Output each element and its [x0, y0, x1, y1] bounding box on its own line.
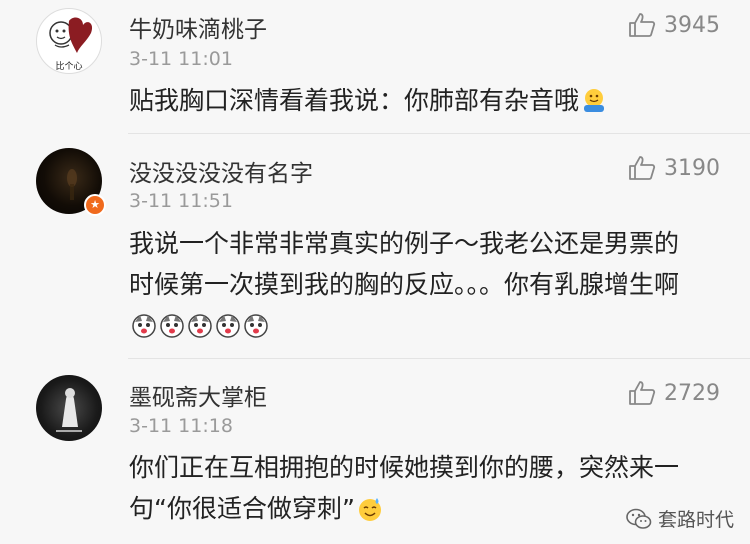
sweat-smile-emoji: [357, 493, 383, 521]
thumbs-up-icon: [629, 156, 656, 180]
like-button[interactable]: 3190: [628, 155, 720, 181]
like-count: 3945: [664, 12, 720, 38]
comment-text-block: 我说一个非常非常真实的例子～我老公还是男票的时候第一次摸到我的胸的反应。。。你有…: [129, 223, 694, 346]
husky-emoji: [243, 310, 269, 338]
username[interactable]: 没没没没没有名字: [129, 154, 313, 188]
like-count: 3190: [664, 155, 720, 181]
thumbs-up-icon: [629, 381, 656, 405]
username[interactable]: 墨砚斋大掌柜: [129, 378, 267, 412]
like-button[interactable]: 2729: [628, 380, 720, 406]
comment-text: 贴我胸口深情看着我说：你肺部有杂音哦: [129, 86, 580, 115]
avatar[interactable]: [36, 375, 102, 441]
wechat-icon: [626, 508, 652, 529]
avatar-caption: 比个心: [55, 62, 83, 72]
divider: [128, 358, 750, 359]
username[interactable]: 牛奶味滴桃子: [129, 10, 267, 44]
like-button[interactable]: 3945: [628, 12, 720, 38]
ink-painting-avatar-icon: [56, 388, 82, 432]
hugging-emoji: [581, 85, 607, 112]
timestamp: 3-11 11:18: [129, 415, 233, 437]
comment-text-block: 你们正在互相拥抱的时候她摸到你的腰，突然来一句“你很适合做穿刺”: [129, 447, 704, 529]
comment-text: 我说一个非常非常真实的例子～我老公还是男票的时候第一次摸到我的胸的反应。。。你有…: [129, 229, 680, 299]
husky-emoji: [187, 310, 213, 338]
timestamp: 3-11 11:01: [129, 48, 233, 70]
timestamp: 3-11 11:51: [129, 190, 233, 212]
husky-emoji: [131, 310, 157, 338]
watermark-text: 套路时代: [657, 509, 734, 531]
husky-emoji: [215, 310, 241, 338]
watermark: 套路时代: [626, 505, 734, 532]
comment-text-block: 贴我胸口深情看着我说：你肺部有杂音哦: [129, 80, 719, 121]
like-count: 2729: [664, 380, 720, 406]
divider: [128, 133, 750, 134]
verified-badge-icon: ★: [84, 194, 106, 216]
thumbs-up-icon: [629, 13, 656, 37]
comment-text: 你们正在互相拥抱的时候她摸到你的腰，突然来一句“你很适合做穿刺”: [129, 453, 680, 523]
avatar[interactable]: 比个心: [36, 8, 102, 74]
husky-emoji: [159, 310, 185, 338]
